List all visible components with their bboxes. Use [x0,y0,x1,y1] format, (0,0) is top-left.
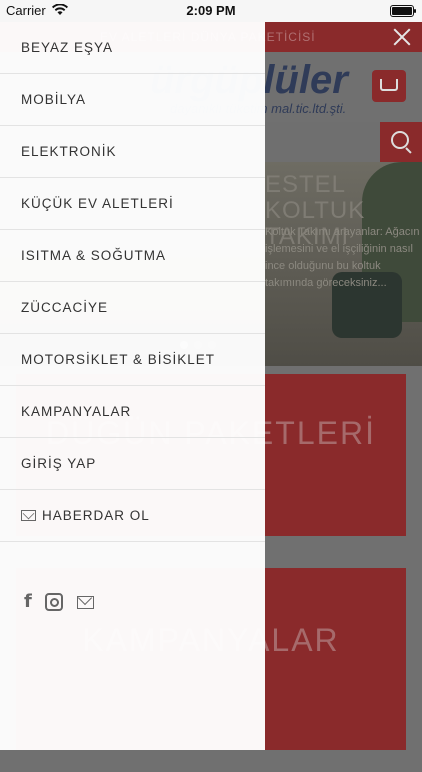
menu-item-elektronik[interactable]: ELEKTRONİK [0,126,265,178]
cart-button[interactable] [372,70,406,102]
search-button[interactable] [380,122,422,162]
menu-item-kampanyalar[interactable]: KAMPANYALAR [0,386,265,438]
menu-item-haberdar-ol[interactable]: HABERDAR OL [0,490,265,542]
facebook-icon[interactable]: f [24,592,32,612]
menu-item-zuccaciye[interactable]: ZÜCCACİYE [0,282,265,334]
menu-item-isitma-sogutma[interactable]: ISITMA & SOĞUTMA [0,230,265,282]
drawer-menu: BEYAZ EŞYA MOBİLYA ELEKTRONİK KÜÇÜK EV A… [0,22,265,542]
search-icon [391,131,409,149]
battery-icon [390,5,416,17]
side-drawer: BEYAZ EŞYA MOBİLYA ELEKTRONİK KÜÇÜK EV A… [0,22,265,750]
menu-item-mobilya[interactable]: MOBİLYA [0,74,265,126]
mail-icon[interactable] [76,595,94,609]
status-bar: Carrier 2:09 PM [0,0,422,22]
menu-item-beyaz-esya[interactable]: BEYAZ EŞYA [0,22,265,74]
close-icon[interactable] [392,28,410,46]
basket-icon [380,79,398,91]
instagram-icon[interactable] [45,593,64,611]
menu-item-motorsiklet-bisiklet[interactable]: MOTORSİKLET & BİSİKLET [0,334,265,386]
menu-item-giris-yap[interactable]: GİRİŞ YAP [0,438,265,490]
clock: 2:09 PM [186,3,236,18]
menu-item-kucuk-ev-aletleri[interactable]: KÜÇÜK EV ALETLERİ [0,178,265,230]
envelope-icon [21,510,36,521]
social-links: f [24,592,103,614]
slider-description: Koltuk Takımı arayanlar: Ağacın işlemesi… [265,226,420,289]
